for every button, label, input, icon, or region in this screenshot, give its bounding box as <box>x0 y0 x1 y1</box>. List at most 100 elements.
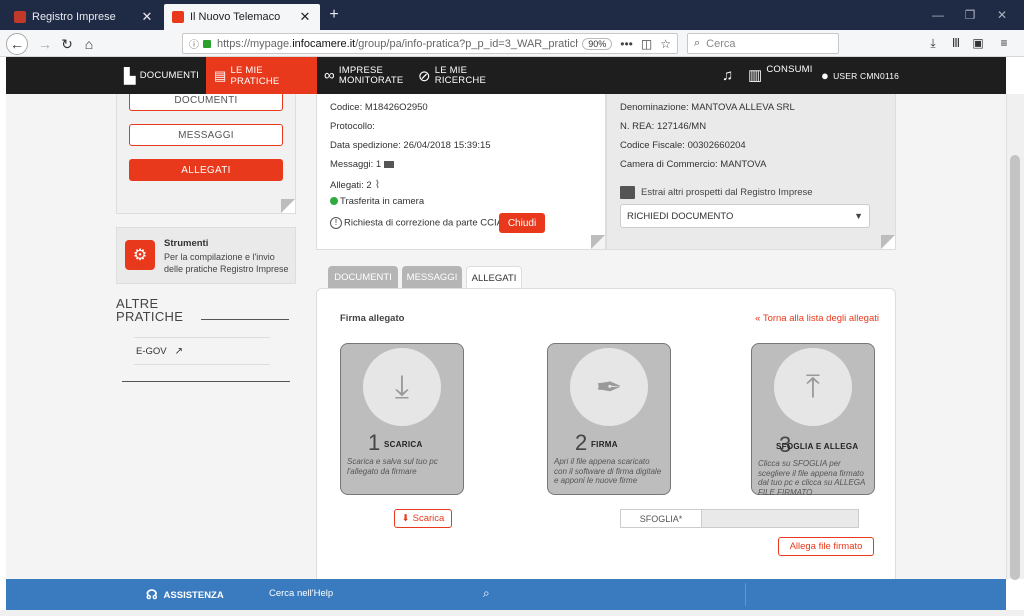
toolbox-icon: ⚙ <box>125 240 155 270</box>
browser-tab-registro-imprese[interactable]: Registro Imprese ✕ <box>6 4 162 30</box>
strumenti-description: Per la compilazione e l'invio delle prat… <box>164 252 289 274</box>
sfoglia-button[interactable]: SFOGLIA* <box>620 509 702 528</box>
menu-le-mie-ricerche[interactable]: ⊘ LE MIE RICERCHE <box>418 57 486 94</box>
download-small-icon: ⬇ <box>401 513 410 524</box>
info-icon[interactable]: ⓘ <box>189 36 199 51</box>
minimize-icon[interactable]: — <box>930 8 946 22</box>
registro-imprese-favicon-icon <box>14 11 26 23</box>
folded-corner <box>281 199 295 213</box>
bell-icon[interactable]: ♫ <box>722 57 737 94</box>
reload-icon[interactable]: ↻ <box>56 33 78 55</box>
messaggi-row: Messaggi: 1 <box>330 159 395 170</box>
menu-label: LE MIE RICERCHE <box>434 64 486 86</box>
zoom-badge[interactable]: 90% <box>582 37 613 50</box>
download-icon: ⤓ <box>363 348 441 426</box>
sidebar-allegati-button[interactable]: ALLEGATI <box>129 159 283 181</box>
codice: Codice: M18426O2950 <box>330 102 428 113</box>
sidebar-messaggi-button[interactable]: MESSAGGI <box>129 124 283 146</box>
menu-imprese-monitorate[interactable]: ∞ IMPRESE MONITORATE <box>324 57 403 94</box>
window-close-icon[interactable]: ✕ <box>994 8 1010 22</box>
bottom-strip <box>0 610 1024 616</box>
close-tab-icon[interactable]: ✕ <box>298 9 312 25</box>
step-description: Clicca su SFOGLIA per scegliere il file … <box>758 459 866 497</box>
hamburger-menu-icon[interactable]: ≡ <box>996 36 1012 50</box>
egov-link[interactable]: E-GOV ↗ <box>134 337 270 365</box>
firma-allegato-panel: Firma allegato « Torna alla lista degli … <box>316 288 896 579</box>
external-link-icon: ↗ <box>174 345 184 357</box>
file-path-field[interactable] <box>702 509 859 528</box>
url-bar[interactable]: ⓘ https://mypage.infocamere.it/group/pa/… <box>182 33 678 54</box>
page-content: DOCUMENTI MESSAGGI ALLEGATI ⚙ Strumenti … <box>6 94 1006 579</box>
menu-label: IMPRESE MONITORATE <box>338 64 404 86</box>
denominazione: Denominazione: MANTOVA ALLEVA SRL <box>620 102 795 113</box>
magnifier-icon: ⊘ <box>418 67 431 85</box>
alert-icon: ! <box>330 217 342 229</box>
tab-title: Il Nuovo Telemaco <box>190 11 281 23</box>
allega-file-firmato-button[interactable]: Allega file firmato <box>778 537 874 556</box>
chiudi-button[interactable]: Chiudi <box>499 213 545 233</box>
close-tab-icon[interactable]: ✕ <box>140 9 154 25</box>
folded-corner <box>591 235 605 249</box>
paperclip-icon: ⌇ <box>374 179 381 191</box>
search-placeholder: Cerca <box>706 37 736 50</box>
home-icon[interactable]: ⌂ <box>78 33 100 55</box>
torna-lista-link[interactable]: « Torna alla lista degli allegati <box>755 313 879 324</box>
scarica-button[interactable]: ⬇ Scarica <box>394 509 452 528</box>
menu-label: USER CMN0116 <box>833 70 900 81</box>
site-header: ▙ DOCUMENTI ▤ LE MIE PRATICHE ∞ IMPRESE M… <box>6 57 1006 94</box>
select-value: RICHIEDI DOCUMENTO <box>627 210 734 222</box>
richiesta-correzione: ! Richiesta di correzione da parte CCIAA <box>330 217 509 229</box>
menu-consumi[interactable]: ▥ CONSUMI <box>748 57 813 94</box>
page-actions-icon[interactable]: ••• <box>620 37 633 51</box>
help-footer: ☊ ASSISTENZA Cerca nell'Help ⌕ <box>6 579 1006 610</box>
browser-navbar: ← → ↻ ⌂ ⓘ https://mypage.infocamere.it/g… <box>0 30 1024 57</box>
strumenti-title: Strumenti <box>164 238 209 249</box>
forward-arrow-icon[interactable]: → <box>34 33 56 55</box>
folders-icon <box>620 186 635 199</box>
help-search-input[interactable]: Cerca nell'Help <box>269 588 333 599</box>
menu-user[interactable]: ● USER CMN0116 <box>821 57 899 94</box>
altre-pratiche-heading: ALTRE PRATICHE <box>116 296 184 324</box>
binoculars-icon: ∞ <box>324 67 335 84</box>
menu-label: LE MIE PRATICHE <box>230 64 280 87</box>
tab-messaggi[interactable]: MESSAGGI <box>402 266 462 288</box>
downloads-icon[interactable]: ⤓ <box>925 36 941 51</box>
bookmark-star-icon[interactable]: ☆ <box>660 37 671 51</box>
user-icon: ● <box>821 68 830 83</box>
step-description: Scarica e salva sul tuo pc l'allegato da… <box>347 457 438 476</box>
envelope-icon <box>384 160 395 168</box>
browser-tabbar: Registro Imprese ✕ Il Nuovo Telemaco ✕ +… <box>0 0 1024 30</box>
menu-documenti[interactable]: ▙ DOCUMENTI <box>124 57 199 94</box>
assistenza-link[interactable]: ☊ ASSISTENZA <box>146 587 224 603</box>
status-dot-icon <box>330 197 338 206</box>
step-scarica: ⤓ 1 SCARICA Scarica e salva sul tuo pc l… <box>340 343 464 495</box>
tab-documenti[interactable]: DOCUMENTI <box>328 266 398 288</box>
library-icon[interactable]: Ⅲ <box>948 36 964 50</box>
restore-icon[interactable]: ❐ <box>962 8 978 22</box>
scrollbar-thumb[interactable] <box>1010 155 1020 580</box>
search-icon[interactable]: ⌕ <box>483 586 490 601</box>
pocket-icon[interactable]: ◫ <box>641 37 652 51</box>
browser-search-input[interactable]: ⌕ Cerca <box>687 33 839 54</box>
egov-label: E-GOV <box>136 345 167 357</box>
sidebar-toggle-icon[interactable]: ▣ <box>970 36 986 50</box>
step-firma: ✒ 2 FIRMA Apri il file appena scaricato … <box>547 343 671 495</box>
strumenti-box[interactable]: ⚙ Strumenti Per la compilazione e l'invi… <box>116 227 296 284</box>
sidebar-actions: DOCUMENTI MESSAGGI ALLEGATI <box>116 94 296 214</box>
documents-icon: ▙ <box>124 67 136 85</box>
menu-label: DOCUMENTI <box>139 70 200 81</box>
step-name: SFOGLIA E ALLEGA <box>776 442 859 451</box>
tab-allegati[interactable]: ALLEGATI <box>466 266 522 289</box>
step-number: 2 <box>575 430 588 455</box>
back-arrow-icon[interactable]: ← <box>6 33 28 55</box>
estrai-prospetti: Estrai altri prospetti dal Registro Impr… <box>620 186 813 199</box>
sidebar-documenti-button[interactable]: DOCUMENTI <box>129 94 283 111</box>
new-tab-icon[interactable]: + <box>326 6 342 24</box>
step-description: Apri il file appena scaricato con il sof… <box>554 457 662 485</box>
step-name: SCARICA <box>384 440 423 449</box>
browser-tab-telemaco[interactable]: Il Nuovo Telemaco ✕ <box>164 4 320 30</box>
search-icon: ⌕ <box>694 37 701 49</box>
folded-corner <box>881 235 895 249</box>
richiedi-documento-select[interactable]: RICHIEDI DOCUMENTO ▼ <box>620 204 870 228</box>
menu-le-mie-pratiche[interactable]: ▤ LE MIE PRATICHE <box>206 57 317 94</box>
